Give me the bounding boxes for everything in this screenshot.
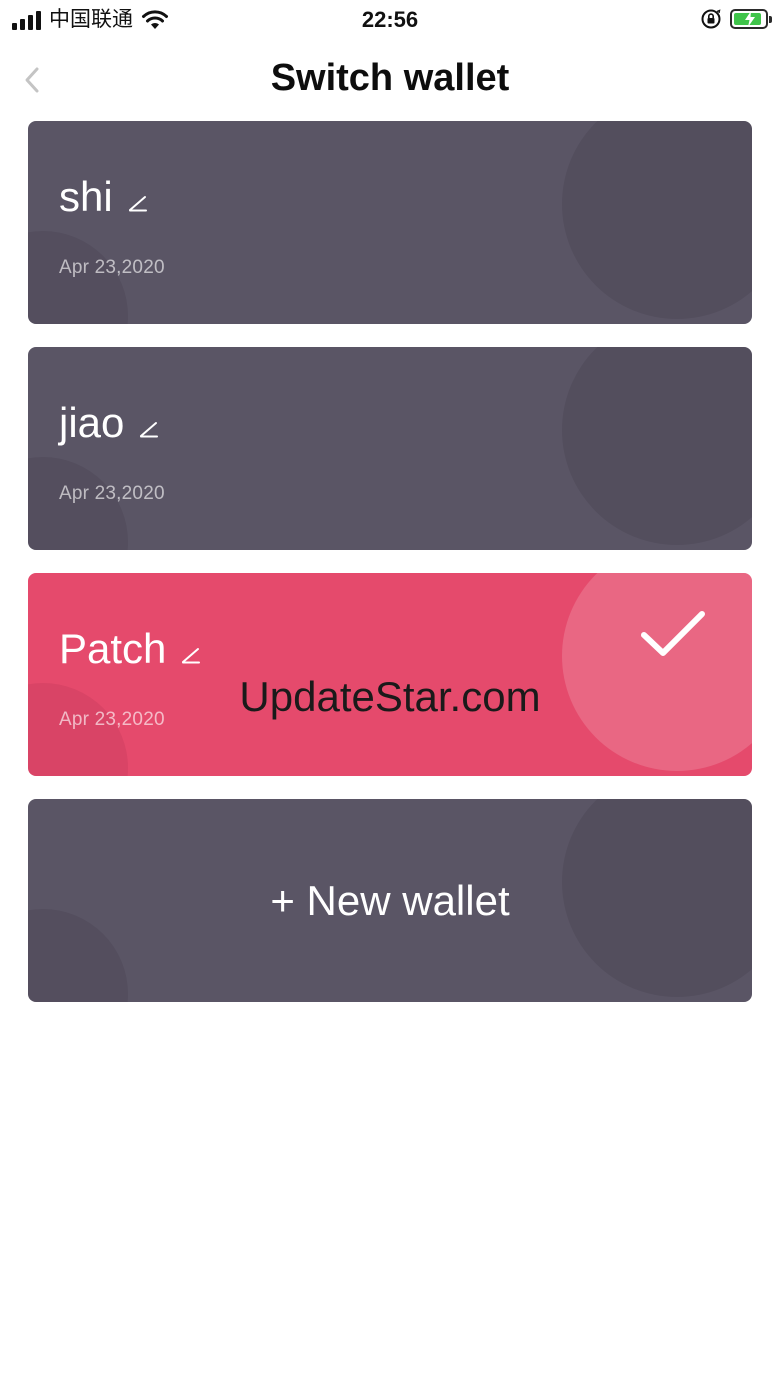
wallet-name-row: shi [59,173,149,221]
decorative-circle [562,347,752,545]
edit-icon[interactable] [127,191,149,213]
watermark-text: UpdateStar.com [239,673,541,720]
wallet-date: Apr 23,2020 [59,483,165,504]
decorative-circle [562,121,752,319]
wallet-name: jiao [59,399,125,446]
new-wallet-label: + New wallet [270,876,510,924]
decorative-circle [28,909,128,1002]
orientation-lock-icon [701,9,721,29]
status-bar: 中国联通 22:56 [0,0,780,40]
battery-charging-icon [730,9,772,29]
checkmark-icon [641,611,705,656]
wallet-name: shi [59,173,113,220]
status-time: 22:56 [361,7,419,32]
decorative-circle [562,799,752,997]
wallet-date: Apr 23,2020 [59,257,165,278]
wallet-name: Patch [59,625,167,672]
wallet-list: shi Apr 23,2020 jiao Apr 23,2020 Patch A… [28,121,752,1025]
edit-icon[interactable] [138,417,160,439]
battery-nub [769,16,772,23]
wallet-name-row: jiao [59,399,160,447]
edit-icon[interactable] [180,643,202,665]
wallet-card[interactable]: shi Apr 23,2020 [28,121,752,324]
wallet-name-row: Patch [59,625,202,673]
navigation-header: Switch wallet [0,48,780,108]
wallet-card[interactable]: jiao Apr 23,2020 [28,347,752,550]
bolt-icon [745,11,755,27]
page-title: Switch wallet [270,57,510,99]
status-bar-right [700,8,772,30]
new-wallet-button[interactable]: + New wallet [28,799,752,1002]
